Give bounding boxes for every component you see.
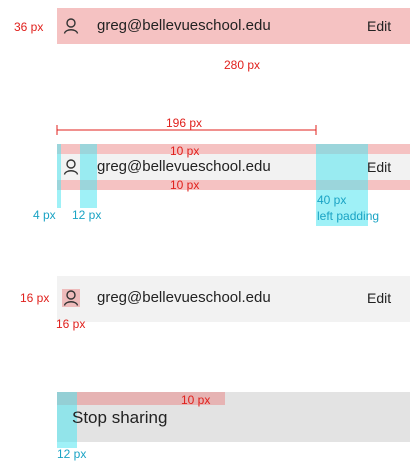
right-padding-note: left padding	[317, 209, 380, 223]
top-padding-annotation: 10 px	[170, 144, 200, 158]
icon-size-annotation: 16 px	[20, 291, 50, 305]
account-email: greg@bellevueschool.edu	[97, 289, 271, 306]
left-inset-highlight	[57, 144, 61, 208]
person-icon	[63, 18, 79, 34]
icon-size-annotation-below: 16 px	[56, 317, 86, 331]
account-email: greg@bellevueschool.edu	[97, 17, 271, 34]
icon-gap-highlight	[80, 144, 97, 208]
edit-button[interactable]: Edit	[367, 289, 391, 307]
stop-top-padding-annotation: 10 px	[181, 393, 211, 407]
edit-button[interactable]: Edit	[367, 158, 391, 176]
text-width-measure-line	[56, 125, 317, 135]
bottom-padding-annotation: 10 px	[170, 178, 200, 192]
icon-gap-annotation: 12 px	[72, 208, 102, 222]
edit-button[interactable]: Edit	[367, 17, 391, 35]
stop-sharing-button[interactable]: Stop sharing	[72, 408, 167, 428]
person-icon	[63, 290, 79, 306]
width-annotation: 280 px	[224, 58, 261, 72]
account-email: greg@bellevueschool.edu	[97, 158, 271, 175]
person-icon	[63, 159, 79, 175]
height-annotation: 36 px	[14, 20, 44, 34]
left-inset-annotation: 4 px	[33, 208, 56, 222]
stop-left-padding-annotation: 12 px	[57, 447, 87, 461]
right-padding-annotation: 40 px	[317, 193, 347, 207]
